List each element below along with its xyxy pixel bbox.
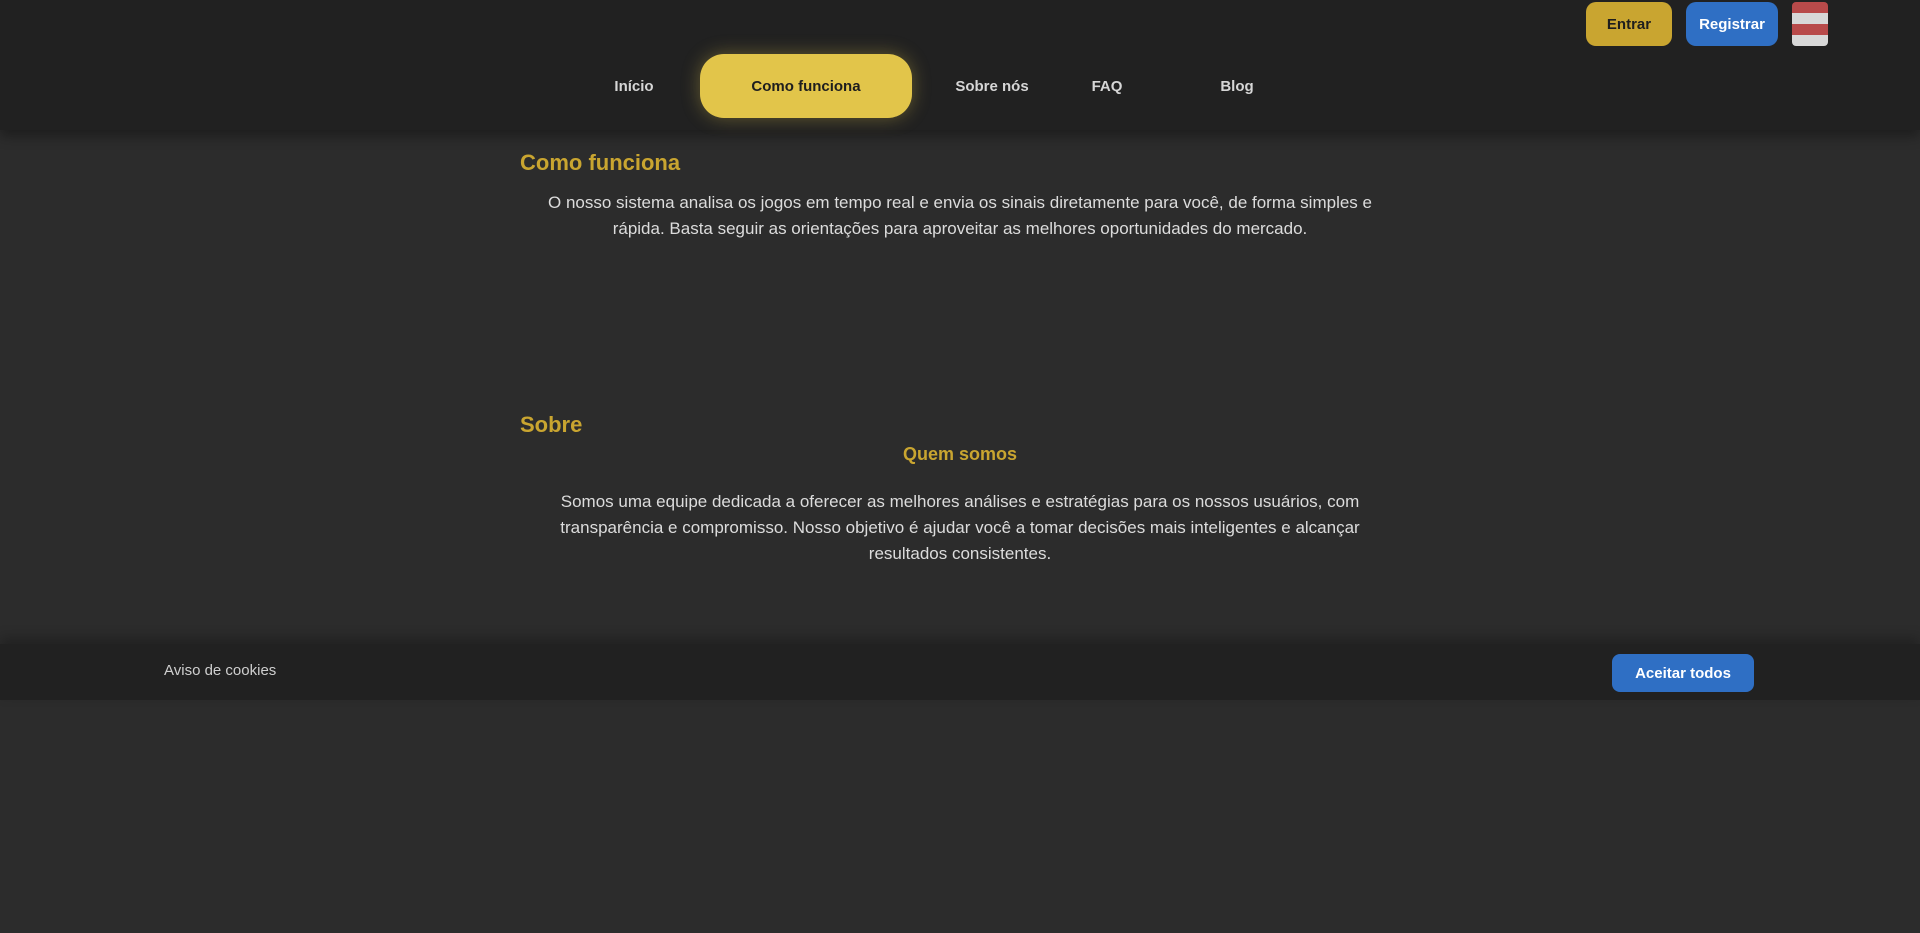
nav-item-blog[interactable]: Blog — [1162, 54, 1312, 118]
section-title: Sobre — [520, 412, 583, 437]
nav-item-how-it-works[interactable]: Como funciona — [700, 54, 912, 118]
accept-cookies-button[interactable]: Aceitar todos — [1612, 654, 1754, 692]
section-text: Somos uma equipe dedicada a oferecer as … — [560, 492, 1360, 563]
nav-item-home[interactable]: Início — [588, 54, 680, 118]
header-actions: Entrar Registrar — [1586, 2, 1828, 46]
about-section: Sobre Quem somos Somos uma equipe dedica… — [520, 412, 1400, 567]
section-subtitle: Quem somos — [902, 444, 1018, 464]
section-text: O nosso sistema analisa os jogos em temp… — [548, 193, 1372, 238]
register-button[interactable]: Registrar — [1686, 2, 1778, 46]
flag-icon[interactable] — [1792, 2, 1828, 46]
cookie-text: Aviso de cookies — [164, 662, 277, 679]
cookie-bar: Aviso de cookies Aceitar todos — [0, 644, 1920, 700]
how-it-works-section: Como funciona O nosso sistema analisa os… — [520, 150, 1400, 242]
site-header: Entrar Registrar Início Como funciona So… — [0, 0, 1920, 130]
login-button[interactable]: Entrar — [1586, 2, 1672, 46]
nav-item-faq[interactable]: FAQ — [1052, 54, 1162, 118]
section-title: Como funciona — [520, 150, 681, 175]
nav-item-about[interactable]: Sobre nós — [932, 54, 1052, 118]
main-content: Como funciona O nosso sistema analisa os… — [520, 150, 1400, 563]
main-nav: Início Como funciona Sobre nós FAQ Blog — [0, 54, 1920, 118]
